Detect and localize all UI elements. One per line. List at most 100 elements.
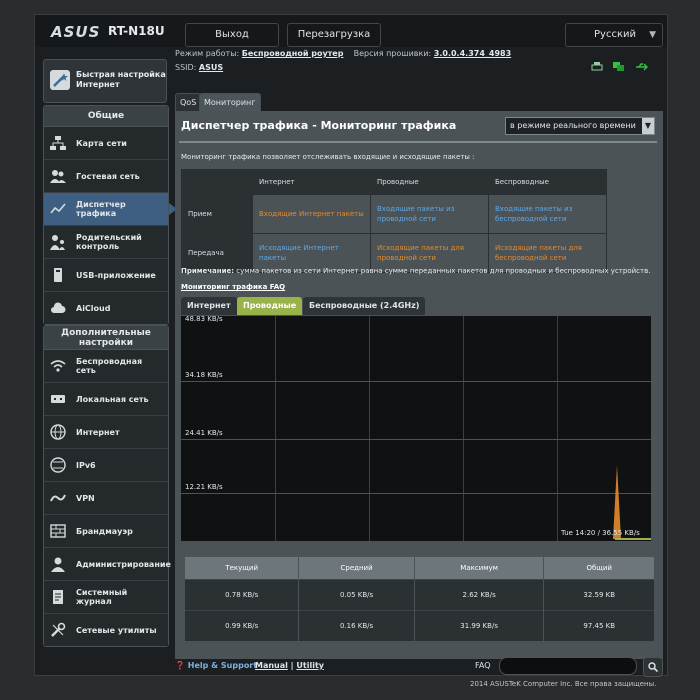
table-cell: 0.16 KB/s [298, 610, 415, 641]
summary-table: Текущий Средний Максимум Общий 0.78 KB/s… [185, 557, 655, 641]
firewall-icon [50, 523, 66, 539]
sidebar-item-vpn[interactable]: VPN [44, 482, 168, 515]
sidebar-item-traffic-manager[interactable]: Диспетчер трафика [44, 193, 177, 226]
sidebar-item-usb-app[interactable]: USB-приложение [44, 259, 168, 292]
chevron-down-icon: ▼ [642, 118, 654, 134]
col-header: Беспроводные [488, 169, 607, 195]
traffic-spike [613, 465, 651, 540]
faq-search-input[interactable] [499, 657, 637, 675]
utility-link[interactable]: Utility [296, 661, 324, 670]
help-icon: ❓ [175, 661, 185, 670]
realtime-mode-select[interactable]: в режиме реального времени ▼ [505, 117, 655, 135]
language-select[interactable]: Русский ▼ [565, 23, 663, 47]
asus-logo: ASUS [51, 23, 101, 41]
col-header: Средний [298, 557, 415, 580]
table-cell: 0.78 KB/s [185, 579, 300, 611]
manual-link[interactable]: Manual [255, 661, 288, 670]
mode-link[interactable]: Беспроводной роутер [242, 49, 344, 58]
traffic-graph: 48.83 KB/s 34.18 KB/s 24.41 KB/s 12.21 K… [181, 315, 651, 541]
sidebar-item-label: Системный журнал [76, 588, 128, 606]
help-label: Help & Support [187, 661, 258, 670]
firmware-label: Версия прошивки: [353, 49, 432, 58]
sidebar-item-label: Сетевые утилиты [76, 625, 157, 635]
sidebar-item-firewall[interactable]: Брандмауэр [44, 515, 168, 548]
main-content: QoS Мониторинг трафика Диспетчер трафика… [175, 93, 663, 659]
sidebar-item-internet[interactable]: Интернет [44, 416, 168, 449]
sidebar-item-administration[interactable]: Администрирование [44, 548, 171, 581]
sidebar-item-parental-control[interactable]: Родительский контроль [44, 226, 168, 259]
faq-link[interactable]: Мониторинг трафика FAQ [181, 283, 285, 291]
table-cell: 97.45 KB [543, 610, 655, 641]
sidebar-item-label: Гостевая сеть [76, 171, 140, 181]
table-row: 0.78 KB/s 0.05 KB/s 2.62 KB/s 32.59 KB [185, 579, 655, 611]
log-icon [50, 589, 66, 605]
sidebar-item-lan[interactable]: Локальная сеть [44, 383, 168, 416]
advanced-title: Дополнительные настройки [44, 326, 168, 350]
col-header: Максимум [414, 557, 545, 580]
manual-utility-links: Manual | Utility [255, 661, 324, 670]
sidebar-item-ipv6[interactable]: IPv6 [44, 449, 168, 482]
sidebar-item-network-map[interactable]: Карта сети [44, 127, 168, 160]
faq-label: FAQ [475, 661, 491, 670]
sidebar-item-system-log[interactable]: Системный журнал [44, 581, 168, 614]
table-corner [181, 169, 253, 195]
logout-button[interactable]: Выход [185, 23, 279, 47]
select-value: в режиме реального времени [510, 121, 636, 130]
reboot-button[interactable]: Перезагрузка [287, 23, 381, 47]
wizard-icon [50, 70, 70, 90]
traffic-manager-icon [50, 201, 66, 217]
sidebar-item-label: IPv6 [76, 460, 96, 470]
admin-icon [50, 556, 66, 572]
model-name: RT-N18U [108, 24, 165, 38]
page-title: Диспетчер трафика - Мониторинг трафика [181, 119, 457, 132]
copyright: 2014 ASUSTeK Computer Inc. Все права защ… [470, 680, 657, 688]
globe-icon [50, 424, 66, 440]
table-cell: 0.05 KB/s [298, 579, 415, 611]
firmware-link[interactable]: 3.0.0.4.374_4983 [434, 49, 511, 58]
search-icon [648, 662, 658, 672]
lan-icon [50, 391, 66, 407]
table-cell: Входящие пакеты из беспроводной сети [488, 194, 607, 234]
wifi-icon [50, 358, 66, 374]
general-group: Общие Карта сети Гостевая сеть Диспетчер… [43, 105, 177, 325]
printer-icon[interactable] [591, 57, 603, 71]
note-text: сумма пакетов из сети Интернет равна сум… [236, 267, 651, 275]
search-button[interactable] [643, 657, 663, 677]
sidebar-item-guest-network[interactable]: Гостевая сеть [44, 160, 168, 193]
mode-label: Режим работы: [175, 49, 240, 58]
sidebar-item-label: Администрирование [76, 559, 171, 569]
vpn-icon [50, 490, 66, 506]
footer-bar: ❓ Help & Support Manual | Utility FAQ [175, 657, 667, 677]
sidebar-item-label: Локальная сеть [76, 394, 149, 404]
ipv6-icon [50, 457, 66, 473]
sidebar-item-aicloud[interactable]: AiCloud [44, 292, 168, 324]
table-cell: 0.99 KB/s [185, 610, 300, 641]
table-cell: 2.62 KB/s [414, 579, 545, 611]
chevron-down-icon: ▼ [649, 30, 656, 40]
network-status-icon[interactable] [613, 57, 625, 71]
ssid-line: SSID: ASUS [175, 63, 223, 72]
tab-wireless-24[interactable]: Беспроводные (2.4GHz) [303, 297, 426, 315]
sidebar-item-label: Беспроводная сеть [76, 357, 143, 375]
status-icons [591, 57, 652, 76]
sidebar-item-wireless[interactable]: Беспроводная сеть [44, 350, 168, 383]
cloud-icon [50, 300, 66, 316]
note-label: Примечание: [181, 267, 235, 275]
tools-icon [50, 622, 66, 638]
tab-traffic-monitor[interactable]: Мониторинг трафика [199, 93, 261, 125]
note: Примечание: сумма пакетов из сети Интерн… [181, 267, 650, 275]
network-map-icon [50, 135, 66, 151]
top-bar: ASUS RT-N18U Выход Перезагрузка Русский … [35, 15, 667, 47]
ssid-value: ASUS [198, 63, 224, 72]
tab-internet[interactable]: Интернет [181, 297, 237, 315]
language-label: Русский [594, 29, 636, 40]
tab-qos[interactable]: QoS [175, 93, 202, 112]
col-header: Общий [543, 557, 655, 580]
tab-wired[interactable]: Проводные [237, 297, 303, 315]
usb-status-icon[interactable] [635, 57, 649, 71]
sidebar-item-network-tools[interactable]: Сетевые утилиты [44, 614, 168, 646]
sidebar-item-label: Карта сети [76, 138, 127, 148]
quick-setup-button[interactable]: Быстрая настройка Интернет [43, 59, 167, 103]
router-frame: ASUS RT-N18U Выход Перезагрузка Русский … [34, 14, 668, 677]
help-support-link[interactable]: ❓ Help & Support [175, 661, 257, 670]
